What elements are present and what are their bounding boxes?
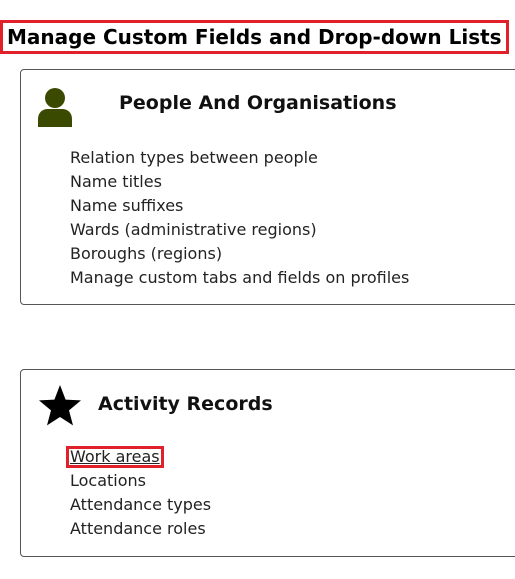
link-wards[interactable]: Wards (administrative regions) (70, 218, 409, 242)
link-wards-text[interactable]: Wards (administrative regions) (70, 220, 317, 239)
link-relation-types-text[interactable]: Relation types between people (70, 148, 318, 167)
activity-records-card: Activity Records Work areas Locations At… (20, 369, 515, 557)
link-attendance-roles[interactable]: Attendance roles (70, 517, 211, 541)
star-icon (38, 384, 82, 430)
link-custom-tabs-text[interactable]: Manage custom tabs and fields on profile… (70, 268, 409, 287)
people-and-organisations-card: People And Organisations Relation types … (20, 69, 515, 305)
link-name-titles[interactable]: Name titles (70, 170, 409, 194)
link-locations[interactable]: Locations (70, 469, 211, 493)
link-boroughs-text[interactable]: Boroughs (regions) (70, 244, 222, 263)
link-attendance-roles-text[interactable]: Attendance roles (70, 519, 206, 538)
link-relation-types[interactable]: Relation types between people (70, 146, 409, 170)
person-icon (37, 86, 73, 132)
card-title-activity-records: Activity Records (98, 393, 273, 415)
link-work-areas-text[interactable]: Work areas (66, 446, 164, 468)
link-custom-tabs[interactable]: Manage custom tabs and fields on profile… (70, 266, 409, 290)
link-work-areas[interactable]: Work areas (66, 445, 211, 469)
link-name-suffixes-text[interactable]: Name suffixes (70, 196, 183, 215)
link-name-titles-text[interactable]: Name titles (70, 172, 162, 191)
page-title: Manage Custom Fields and Drop-down Lists (0, 20, 509, 54)
link-attendance-types-text[interactable]: Attendance types (70, 495, 211, 514)
link-boroughs[interactable]: Boroughs (regions) (70, 242, 409, 266)
link-locations-text[interactable]: Locations (70, 471, 146, 490)
card-title-people-and-organisations: People And Organisations (119, 92, 397, 114)
link-attendance-types[interactable]: Attendance types (70, 493, 211, 517)
people-links-list: Relation types between people Name title… (70, 146, 409, 290)
activity-links-list: Work areas Locations Attendance types At… (66, 445, 211, 541)
link-name-suffixes[interactable]: Name suffixes (70, 194, 409, 218)
